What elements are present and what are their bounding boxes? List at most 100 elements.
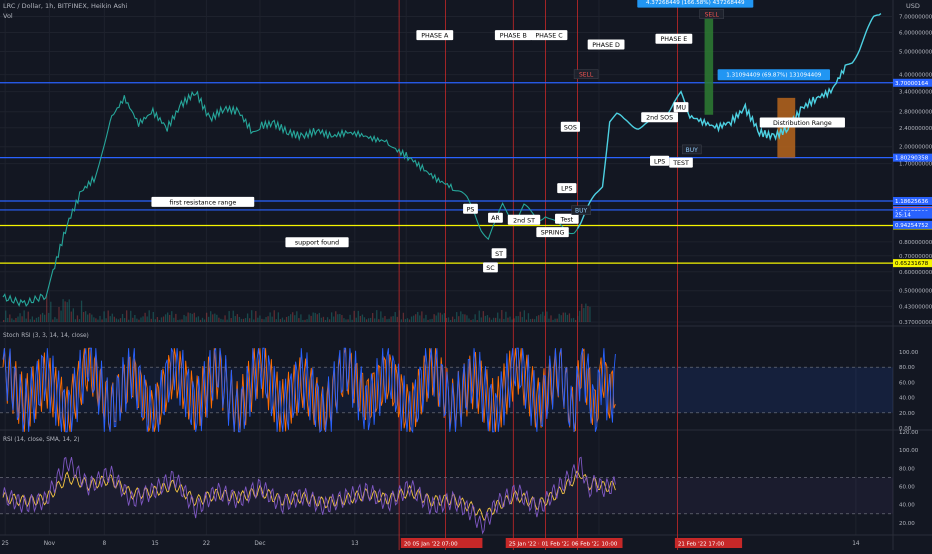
volume-bar: [574, 319, 577, 322]
date-badge-label: 21 Feb '22 17:00: [678, 542, 725, 548]
volume-bar: [261, 318, 263, 322]
volume-bar: [404, 319, 407, 322]
volume-bar: [314, 312, 316, 322]
volume-bar: [519, 311, 521, 322]
measure-label: 1.31094409 (69.87%) 131094409: [726, 73, 822, 79]
volume-bar: [363, 317, 366, 322]
volume-bar: [548, 318, 550, 322]
volume-bar: [169, 314, 171, 322]
volume-bar: [265, 317, 267, 322]
volume-bar: [583, 307, 585, 322]
volume-bar: [566, 314, 569, 322]
volume-bar: [335, 311, 337, 322]
volume-bar: [402, 312, 405, 322]
volume-bar: [95, 318, 97, 322]
annotation-label: SPRING: [541, 230, 565, 237]
volume-bar: [361, 314, 364, 322]
volume-bar: [269, 312, 271, 322]
range-box: [777, 97, 796, 158]
volume-bar: [492, 317, 495, 322]
volume-bar: [351, 319, 353, 322]
stoch-tick-label: 40.00: [899, 396, 915, 402]
volume-bar: [113, 316, 115, 322]
volume-bar: [128, 319, 130, 322]
volume-bar: [464, 314, 466, 322]
volume-bar: [570, 318, 573, 322]
volume-bar: [76, 315, 79, 322]
volume-bar: [281, 317, 284, 322]
stoch-tick-label: 20.00: [899, 411, 915, 417]
volume-bar: [345, 319, 347, 322]
annotation-label: LPS: [654, 158, 665, 165]
volume-bar: [41, 312, 44, 322]
volume-bar: [462, 314, 464, 322]
rsi-tick-label: 60.00: [899, 485, 915, 491]
volume-bar: [232, 310, 234, 322]
price-tick-label: 0.70000000: [899, 254, 932, 260]
volume-bar: [19, 313, 21, 322]
volume-bar: [89, 313, 91, 322]
volume-bar: [353, 310, 355, 322]
volume-bar: [378, 319, 380, 322]
volume-bar: [72, 308, 74, 322]
date-badge-label: 10:00: [602, 542, 618, 548]
volume-bar: [380, 311, 382, 322]
volume-bar: [138, 319, 140, 322]
volume-bar: [488, 317, 491, 322]
volume-bar: [212, 314, 214, 322]
price-tick-label: 3.40000000: [899, 90, 932, 96]
volume-bar: [234, 316, 236, 322]
volume-bar: [177, 319, 179, 322]
annotation-label: 2nd SOS: [646, 115, 673, 122]
volume-bar: [187, 312, 189, 322]
volume-bar: [183, 314, 185, 322]
price-tick-label: 0.80000000: [899, 240, 932, 246]
volume-bar: [140, 317, 142, 322]
volume-bar: [308, 314, 310, 322]
volume-bar: [132, 317, 134, 322]
volume-bar: [167, 312, 169, 322]
volume-bar: [382, 317, 384, 322]
volume-bar: [486, 315, 489, 322]
price-tick-label: 2.00000000: [899, 145, 932, 151]
volume-bar: [54, 317, 56, 322]
x-tick-label: 14: [852, 541, 860, 547]
volume-bar: [476, 319, 478, 322]
volume-bar: [546, 311, 548, 322]
volume-bar: [181, 319, 183, 322]
volume-bar: [359, 315, 361, 322]
volume-bar: [441, 314, 443, 322]
trading-chart[interactable]: 7.00000000 6.00000000 5.00000000 4.00000000…: [0, 0, 932, 550]
signal-label: BUY: [686, 147, 699, 154]
volume-bar: [589, 306, 591, 322]
volume-bar: [480, 317, 482, 322]
volume-bar: [160, 317, 163, 322]
volume-bar: [109, 316, 111, 322]
volume-bar: [275, 319, 277, 322]
volume-bar: [3, 320, 5, 322]
volume-bar: [456, 312, 458, 322]
volume-bar: [283, 319, 286, 322]
volume-bar: [523, 310, 525, 322]
volume-bar: [205, 312, 208, 322]
date-badge-label: 20 05 Jan '22 07:00: [404, 542, 458, 548]
chart-stage[interactable]: 7.00000000 6.00000000 5.00000000 4.00000000…: [0, 0, 932, 550]
price-tick-label: 4.00000000: [899, 73, 932, 79]
volume-bar: [64, 301, 66, 322]
volume-bar: [279, 319, 282, 322]
volume-bar: [341, 315, 343, 322]
volume-bar: [255, 311, 257, 322]
volume-bar: [298, 318, 300, 322]
volume-bar: [560, 315, 562, 322]
volume-bar: [503, 318, 505, 322]
volume-bar: [271, 316, 273, 322]
volume-bar: [111, 313, 113, 322]
x-tick-label: Dec: [254, 541, 265, 547]
volume-bar: [449, 319, 452, 322]
volume-bar: [435, 315, 437, 322]
volume-bar: [400, 319, 402, 322]
price-tag-label: 0.94254752: [895, 223, 928, 229]
volume-bar: [123, 318, 126, 322]
volume-bar: [193, 312, 195, 322]
signal-label: BUY: [575, 208, 588, 215]
